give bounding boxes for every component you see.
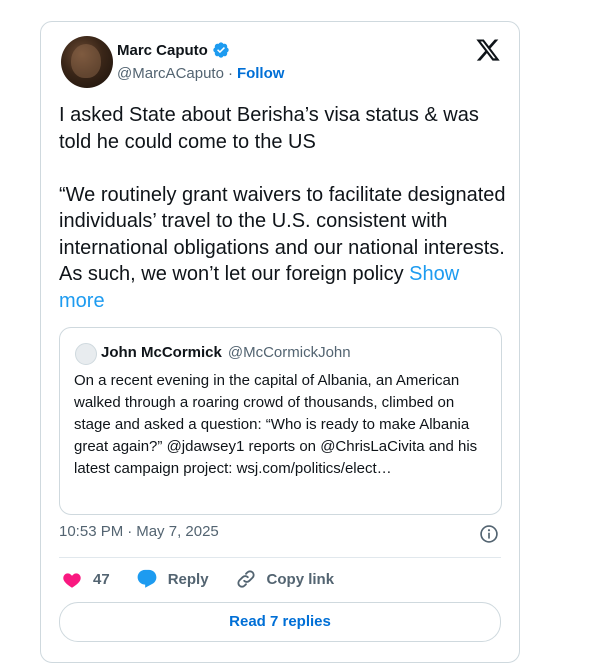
link-icon [236, 570, 255, 588]
reply-label: Reply [167, 570, 209, 588]
quoted-author-row: John McCormick @McCormickJohn [101, 344, 351, 361]
tweet-date: May 7, 2025 [136, 523, 219, 540]
quoted-author-avatar [75, 343, 97, 365]
timestamp-separator: · [127, 523, 133, 540]
quoted-author-handle: @McCormickJohn [227, 344, 351, 361]
verified-badge-icon [213, 42, 229, 58]
quoted-author-name: John McCormick [101, 344, 222, 361]
like-button[interactable]: 47 [61, 568, 110, 590]
heart-icon [63, 573, 81, 588]
follow-link[interactable]: Follow [237, 65, 285, 82]
reply-button[interactable]: Reply [136, 568, 209, 590]
tweet-time: 10:53 PM [59, 523, 124, 540]
author-handle[interactable]: @MarcACaputo [117, 65, 224, 82]
copy-link-button[interactable]: Copy link [235, 568, 335, 590]
tweet-text: I asked State about Berisha’s visa statu… [59, 102, 509, 314]
author-avatar[interactable] [61, 36, 113, 88]
copy-link-label: Copy link [266, 570, 335, 588]
info-icon[interactable] [479, 524, 499, 544]
speech-bubble-icon [137, 569, 157, 588]
author-handle-row: @MarcACaputo · Follow [117, 65, 284, 82]
tweet-body: I asked State about Berisha’s visa statu… [59, 104, 506, 285]
author-name-row: Marc Caputo [117, 41, 230, 59]
handle-separator: · [227, 65, 233, 82]
quoted-tweet[interactable]: John McCormick @McCormickJohn On a recen… [59, 327, 502, 515]
divider [59, 557, 501, 558]
x-logo-icon[interactable] [475, 37, 501, 63]
quoted-tweet-text: On a recent evening in the capital of Al… [74, 372, 478, 477]
like-count: 47 [93, 570, 110, 588]
tweet-actions: 47 Reply Copy link [61, 568, 360, 590]
author-display-name[interactable]: Marc Caputo [117, 42, 208, 59]
embedded-tweet-card: Marc Caputo @MarcACaputo · Follow I aske… [40, 21, 520, 663]
read-replies-button[interactable]: Read 7 replies [59, 602, 501, 642]
tweet-timestamp[interactable]: 10:53 PM · May 7, 2025 [59, 523, 219, 540]
